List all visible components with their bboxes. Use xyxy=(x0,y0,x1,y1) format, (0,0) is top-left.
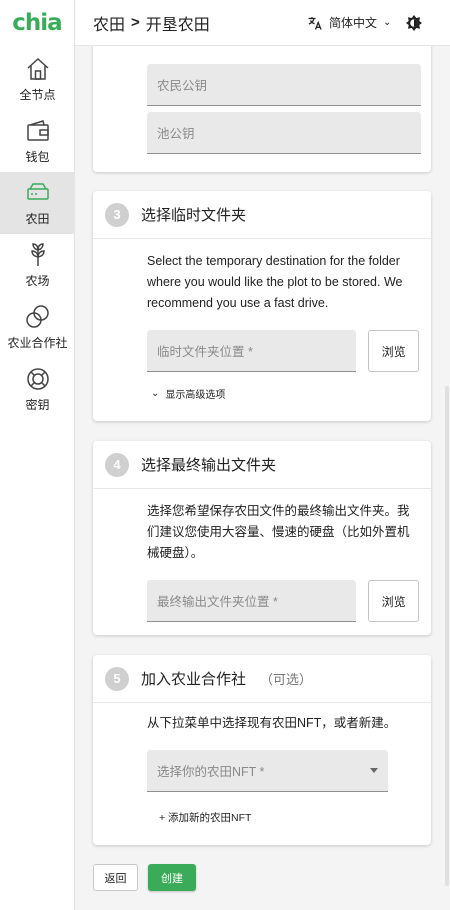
plot-nft-placeholder: 选择你的农田NFT * xyxy=(157,765,265,779)
breadcrumb: 农田 > 开垦农田 xyxy=(93,11,210,35)
sidebar-nav: 全节点 钱包 农田 农场 农业合作社 密钥 xyxy=(0,48,75,420)
language-label: 简体中文 xyxy=(329,16,378,30)
final-folder-placeholder: 最终输出文件夹位置 * xyxy=(157,595,278,609)
pool-rings-icon xyxy=(25,305,49,328)
show-advanced-toggle[interactable]: ⌄ 显示高级选项 xyxy=(147,386,419,401)
sidebar-item-keys[interactable]: 密钥 xyxy=(0,358,75,420)
sidebar-item-label: 钱包 xyxy=(25,150,50,164)
optional-label: （可选） xyxy=(260,672,313,687)
main-content: 农民公钥 池公钥 3 选择临时文件夹 Select the temporary … xyxy=(75,46,450,910)
theme-toggle-icon[interactable] xyxy=(405,14,423,32)
chevron-down-icon: ⌄ xyxy=(383,17,392,28)
card-body: Select the temporary destination for the… xyxy=(93,239,431,419)
step-badge: 5 xyxy=(105,666,129,691)
breadcrumb-parent[interactable]: 农田 xyxy=(93,11,125,35)
temp-folder-placeholder: 临时文件夹位置 * xyxy=(157,345,253,359)
breadcrumb-separator: > xyxy=(131,14,140,31)
sidebar-item-label: 全节点 xyxy=(19,88,56,102)
language-selector[interactable]: 简体中文 ⌄ xyxy=(307,14,391,31)
card-body: 从下拉菜单中选择现有农田NFT，或者新建。 选择你的农田NFT * + 添加新的… xyxy=(93,703,431,843)
step-title: 加入农业合作社 xyxy=(141,671,247,688)
card-header: 5 加入农业合作社 （可选） xyxy=(93,655,431,703)
create-button[interactable]: 创建 xyxy=(148,864,196,891)
card-header: 3 选择临时文件夹 xyxy=(93,191,431,239)
sidebar-item-label: 农田 xyxy=(25,212,50,226)
step-description: 选择您希望保存农田文件的最终输出文件夹。我们建议您使用大容量、慢速的硬盘（比如外… xyxy=(147,504,410,560)
card-header: 4 选择最终输出文件夹 xyxy=(93,441,431,489)
keys-card: 农民公钥 池公钥 xyxy=(93,46,431,172)
sidebar-item-label: 农业合作社 xyxy=(7,336,68,350)
step-description: 从下拉菜单中选择现有农田NFT，或者新建。 xyxy=(147,716,397,730)
browse-final-button[interactable]: 浏览 xyxy=(368,580,419,622)
step-final-folder-card: 4 选择最终输出文件夹 选择您希望保存农田文件的最终输出文件夹。我们建议您使用大… xyxy=(93,441,431,635)
scrollbar-thumb[interactable] xyxy=(445,386,449,886)
sidebar-item-wallet[interactable]: 钱包 xyxy=(0,110,75,172)
translate-icon xyxy=(308,16,322,30)
pool-key-placeholder: 池公钥 xyxy=(157,127,195,141)
keys-lifebuoy-icon xyxy=(26,368,49,390)
farmer-key-field[interactable]: 农民公钥 xyxy=(147,64,421,106)
step-description: Select the temporary destination for the… xyxy=(147,254,403,310)
wallet-icon xyxy=(26,120,49,141)
farmer-key-placeholder: 农民公钥 xyxy=(157,79,208,93)
sidebar-item-label: 农场 xyxy=(25,274,50,288)
field-row: 临时文件夹位置 * 浏览 xyxy=(147,330,419,372)
breadcrumb-current: 开垦农田 xyxy=(145,16,210,34)
step-join-pool-card: 5 加入农业合作社 （可选） 从下拉菜单中选择现有农田NFT，或者新建。 选择你… xyxy=(93,655,431,845)
sidebar: chia 全节点 钱包 农田 农场 农业合作社 密钥 xyxy=(0,0,75,910)
card-body: 选择您希望保存农田文件的最终输出文件夹。我们建议您使用大容量、慢速的硬盘（比如外… xyxy=(93,489,431,640)
sidebar-item-farm[interactable]: 农场 xyxy=(0,234,75,296)
back-button[interactable]: 返回 xyxy=(93,864,138,891)
step-badge: 4 xyxy=(105,452,129,477)
browse-temp-button[interactable]: 浏览 xyxy=(368,330,419,372)
field-row: 最终输出文件夹位置 * 浏览 xyxy=(147,580,419,622)
home-icon xyxy=(26,57,49,80)
final-folder-field[interactable]: 最终输出文件夹位置 * xyxy=(147,580,357,622)
plot-nft-select[interactable]: 选择你的农田NFT * xyxy=(147,750,388,792)
farm-drive-icon xyxy=(26,183,49,200)
show-advanced-label: 显示高级选项 xyxy=(165,390,226,401)
step-badge: 3 xyxy=(105,202,129,227)
plant-icon xyxy=(30,243,45,266)
logo-text: chia xyxy=(12,10,62,36)
chevron-down-icon: ⌄ xyxy=(151,388,160,399)
sidebar-item-plots[interactable]: 农田 xyxy=(0,172,75,234)
step-temp-folder-card: 3 选择临时文件夹 Select the temporary destinati… xyxy=(93,191,431,421)
add-plot-nft-button[interactable]: + 添加新的农田NFT xyxy=(159,810,419,825)
step-title: 选择最终输出文件夹 xyxy=(141,457,277,474)
step-title: 选择临时文件夹 xyxy=(141,207,247,224)
sidebar-item-label: 密钥 xyxy=(25,398,50,412)
top-bar: 农田 > 开垦农田 简体中文 ⌄ xyxy=(75,0,450,46)
chia-logo[interactable]: chia xyxy=(0,0,74,46)
sidebar-item-full-node[interactable]: 全节点 xyxy=(0,48,75,110)
pool-key-field[interactable]: 池公钥 xyxy=(147,112,421,154)
sidebar-item-pool[interactable]: 农业合作社 xyxy=(0,296,75,358)
form-actions: 返回 创建 xyxy=(93,864,196,891)
dropdown-arrow-icon xyxy=(370,768,378,773)
temp-folder-field[interactable]: 临时文件夹位置 * xyxy=(147,330,357,372)
